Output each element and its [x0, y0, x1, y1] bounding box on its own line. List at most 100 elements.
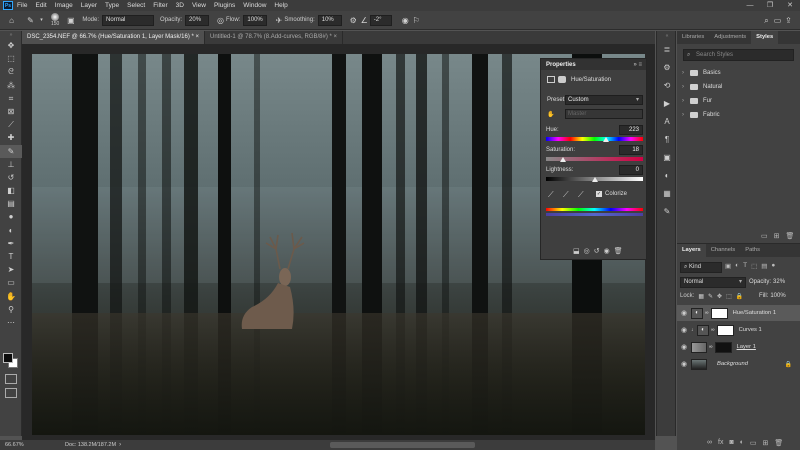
mask-icon[interactable]: [558, 76, 566, 83]
more-tools-icon[interactable]: ⋯: [0, 316, 22, 329]
visibility-eye-icon[interactable]: ◉: [677, 309, 691, 317]
visibility-eye-icon[interactable]: ◉: [677, 360, 691, 368]
flow-field[interactable]: 100%: [243, 14, 268, 26]
tab-untitled-1[interactable]: Untitled-1 @ 78.7% (8.Add-curves, RGB/8#…: [205, 31, 343, 44]
hue-slider-thumb[interactable]: [603, 137, 610, 142]
visibility-eye-icon[interactable]: ◉: [604, 247, 610, 255]
layer-mask-thumbnail[interactable]: [710, 307, 728, 319]
share-icon[interactable]: ⇪: [783, 15, 794, 26]
style-folder-natural[interactable]: › Natural: [677, 80, 800, 94]
menu-edit[interactable]: Edit: [35, 2, 46, 9]
history-panel-icon[interactable]: ⟲: [657, 77, 677, 95]
layer-filter-select[interactable]: ⌕ Kind: [680, 262, 722, 273]
layer-mask-thumbnail[interactable]: [714, 341, 732, 353]
lock-position-icon[interactable]: ✥: [717, 293, 722, 300]
color-swatches[interactable]: [3, 353, 19, 369]
menu-select[interactable]: Select: [127, 2, 145, 9]
minimize-icon[interactable]: —: [740, 0, 760, 11]
tab-libraries[interactable]: Libraries: [677, 31, 709, 44]
tab-paths[interactable]: Paths: [740, 244, 765, 257]
dodge-tool-icon[interactable]: ◐: [0, 224, 22, 237]
brush-tool-icon[interactable]: ✎: [0, 144, 22, 158]
brush-preset-picker[interactable]: 150: [51, 13, 59, 27]
maximize-icon[interactable]: ❐: [760, 0, 780, 11]
layer-row-background[interactable]: ◉ Background 🔒: [677, 356, 800, 372]
adjustment-filter-icon[interactable]: ◐: [735, 262, 739, 270]
tab-dsc-2354[interactable]: DSC_2354.NEF @ 66.7% (Hue/Saturation 1, …: [22, 31, 206, 44]
zoom-tool-icon[interactable]: ⚲: [0, 303, 22, 316]
navigator-panel-icon[interactable]: ▣: [657, 149, 677, 167]
targeted-adjustment-icon[interactable]: ✋: [547, 111, 554, 118]
menu-window[interactable]: Window: [243, 2, 266, 9]
layer-row-curves[interactable]: ◉ ↓ ◐ ∞ Curves 1: [677, 322, 800, 338]
brush-panel-icon[interactable]: ✎: [657, 203, 677, 221]
eyedropper-add-icon[interactable]: ⟋: [563, 190, 569, 200]
panel-menu-icon[interactable]: » ≡: [633, 62, 642, 68]
move-tool-icon[interactable]: ✥: [0, 39, 22, 52]
foreground-color-swatch[interactable]: [3, 353, 13, 363]
brush-settings-icon[interactable]: ▣: [65, 15, 76, 26]
character-panel-icon[interactable]: A: [657, 113, 677, 131]
layer-opacity-value[interactable]: 32%: [773, 279, 785, 285]
clone-stamp-tool-icon[interactable]: ⊥: [0, 158, 22, 171]
lightness-slider-thumb[interactable]: [591, 177, 598, 182]
workspace-icon[interactable]: ▭: [772, 15, 783, 26]
angle-field[interactable]: -2°: [369, 14, 392, 26]
lock-transparency-icon[interactable]: ▦: [698, 293, 704, 300]
hue-slider[interactable]: [546, 137, 643, 141]
layer-row-layer-1[interactable]: ◉ ∞ Layer 1: [677, 339, 800, 355]
eraser-tool-icon[interactable]: ◧: [0, 184, 22, 197]
smart-object-filter-icon[interactable]: ▤: [761, 262, 767, 270]
menu-file[interactable]: File: [17, 2, 27, 9]
eyedropper-icon[interactable]: ⟋: [548, 190, 554, 200]
adjustments-panel-icon[interactable]: ⚙: [657, 59, 677, 77]
layer-mask-thumbnail[interactable]: [716, 324, 734, 336]
pen-tool-icon[interactable]: ✒: [0, 237, 22, 250]
new-group-icon[interactable]: ▭: [750, 439, 757, 447]
crop-tool-icon[interactable]: ⌗: [0, 92, 22, 105]
zoom-level[interactable]: 66.67%: [5, 442, 45, 448]
type-filter-icon[interactable]: T: [743, 262, 747, 270]
lock-pixels-icon[interactable]: ✎: [708, 293, 713, 300]
status-menu-icon[interactable]: ›: [119, 442, 121, 448]
menu-help[interactable]: Help: [274, 2, 287, 9]
pressure-opacity-icon[interactable]: ◎: [215, 15, 226, 26]
new-group-icon[interactable]: ▭: [761, 232, 768, 240]
horizontal-scrollbar[interactable]: [330, 442, 475, 448]
rectangle-tool-icon[interactable]: ▭: [0, 276, 22, 289]
colorize-checkbox[interactable]: ✓ Colorize: [596, 191, 627, 197]
paragraph-panel-icon[interactable]: ¶: [657, 131, 677, 149]
pixel-filter-icon[interactable]: ▣: [725, 262, 731, 270]
healing-brush-tool-icon[interactable]: ✚: [0, 131, 22, 144]
layer-style-icon[interactable]: fx: [718, 439, 723, 447]
quick-mask-icon[interactable]: [5, 374, 17, 384]
visibility-eye-icon[interactable]: ◉: [677, 326, 691, 334]
blur-tool-icon[interactable]: ●: [0, 210, 22, 223]
menu-filter[interactable]: Filter: [153, 2, 167, 9]
hue-field[interactable]: 223: [619, 125, 643, 135]
filter-toggle-icon[interactable]: ●: [771, 262, 775, 270]
home-icon[interactable]: ⌂: [6, 15, 17, 26]
tab-styles[interactable]: Styles: [751, 31, 779, 44]
add-mask-icon[interactable]: ◙: [729, 439, 733, 447]
tab-layers[interactable]: Layers: [677, 244, 706, 257]
frame-tool-icon[interactable]: ⊠: [0, 105, 22, 118]
menu-layer[interactable]: Layer: [81, 2, 97, 9]
blend-mode-select[interactable]: Normal ▾: [680, 277, 746, 288]
link-layers-icon[interactable]: ∞: [707, 439, 712, 447]
menu-plugins[interactable]: Plugins: [214, 2, 235, 9]
symmetry-icon[interactable]: ⚐: [411, 15, 422, 26]
tab-channels[interactable]: Channels: [706, 244, 741, 257]
shape-filter-icon[interactable]: ⬚: [751, 262, 757, 270]
actions-panel-icon[interactable]: ▶: [657, 95, 677, 113]
delete-icon[interactable]: 🗑: [774, 439, 783, 447]
swatches-panel-icon[interactable]: ▦: [657, 185, 677, 203]
delete-icon[interactable]: 🗑: [786, 232, 795, 240]
history-brush-tool-icon[interactable]: ↺: [0, 171, 22, 184]
lock-artboard-icon[interactable]: ⬚: [726, 293, 732, 300]
view-previous-icon[interactable]: ◎: [584, 247, 590, 255]
new-style-icon[interactable]: ⊞: [774, 232, 780, 240]
clip-to-layer-icon[interactable]: ⬓: [573, 247, 580, 255]
lasso-tool-icon[interactable]: ᘓ: [0, 65, 22, 78]
smoothing-field[interactable]: 10%: [317, 14, 342, 26]
